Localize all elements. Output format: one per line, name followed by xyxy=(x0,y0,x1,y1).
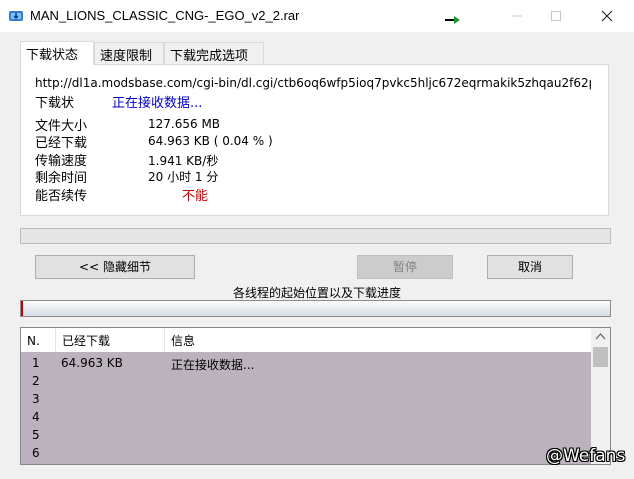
scrollbar-thumb[interactable] xyxy=(593,347,608,367)
maximize-button[interactable] xyxy=(533,0,579,32)
file-size-value: 127.656 MB xyxy=(148,117,221,131)
row-number: 1 xyxy=(32,356,40,370)
column-header-info[interactable]: 信息 xyxy=(165,328,591,352)
close-button[interactable] xyxy=(584,0,630,32)
state-value: 正在接收数据... xyxy=(112,96,203,111)
row-number: 3 xyxy=(32,392,40,406)
row-number: 6 xyxy=(32,446,40,460)
table-row[interactable]: 3 xyxy=(21,390,591,408)
table-row[interactable]: 5 xyxy=(21,426,591,444)
thread-start-marker xyxy=(21,301,23,316)
state-label: 下载状 xyxy=(35,96,75,111)
resume-label: 能否续传 xyxy=(35,189,88,204)
resume-value: 不能 xyxy=(182,189,209,204)
row-number: 5 xyxy=(32,428,40,442)
pause-button[interactable]: 暂停 xyxy=(357,255,453,279)
column-header-n[interactable]: N. xyxy=(21,328,56,352)
tab-download-status[interactable]: 下载状态 xyxy=(20,41,94,65)
speed-value: 1.941 KB/秒 xyxy=(148,154,219,168)
vertical-scrollbar[interactable] xyxy=(591,328,610,464)
close-icon xyxy=(601,10,613,22)
thread-rows: 1 64.963 KB 正在接收数据... 2 3 4 5 6 xyxy=(21,352,591,464)
tab-completion-options[interactable]: 下载完成选项 xyxy=(164,42,264,64)
window-title: MAN_LIONS_CLASSIC_CNG-_EGO_v2_2.rar xyxy=(30,8,300,23)
hide-details-button[interactable]: << 隐藏细节 xyxy=(35,255,195,279)
row-number: 2 xyxy=(32,374,40,388)
thread-progress-label: 各线程的起始位置以及下载进度 xyxy=(232,286,401,300)
row-info: 正在接收数据... xyxy=(171,358,255,372)
green-arrow-icon xyxy=(444,14,462,24)
scroll-up-icon[interactable] xyxy=(591,328,610,346)
remaining-value: 20 小时 1 分 xyxy=(148,170,219,184)
row-downloaded: 64.963 KB xyxy=(61,356,123,370)
thread-progress-bar xyxy=(20,300,611,317)
table-row[interactable]: 6 xyxy=(21,444,591,462)
table-row[interactable]: 4 xyxy=(21,408,591,426)
table-row[interactable]: 1 64.963 KB 正在接收数据... xyxy=(21,354,591,372)
idm-app-icon[interactable] xyxy=(8,8,24,24)
minimize-icon xyxy=(512,15,522,17)
watermark: @Wefans xyxy=(546,446,626,466)
remaining-label: 剩余时间 xyxy=(35,171,88,186)
row-number: 4 xyxy=(32,410,40,424)
tab-speed-limit[interactable]: 速度限制 xyxy=(94,42,164,64)
title-bar: MAN_LIONS_CLASSIC_CNG-_EGO_v2_2.rar xyxy=(0,0,634,32)
download-url: http://dl1a.modsbase.com/cgi-bin/dl.cgi/… xyxy=(35,76,591,90)
table-row[interactable]: 2 xyxy=(21,372,591,390)
cancel-button[interactable]: 取消 xyxy=(487,255,573,279)
thread-list-header: N. 已经下载 信息 xyxy=(21,328,591,352)
download-progress-bar xyxy=(20,228,611,244)
thread-list[interactable]: N. 已经下载 信息 1 64.963 KB 正在接收数据... 2 3 4 5… xyxy=(20,327,611,465)
downloaded-value: 64.963 KB ( 0.04 % ) xyxy=(148,134,273,148)
maximize-icon xyxy=(551,11,561,21)
downloaded-label: 已经下载 xyxy=(35,136,88,151)
status-panel: http://dl1a.modsbase.com/cgi-bin/dl.cgi/… xyxy=(20,64,609,216)
column-header-downloaded[interactable]: 已经下载 xyxy=(56,328,165,352)
